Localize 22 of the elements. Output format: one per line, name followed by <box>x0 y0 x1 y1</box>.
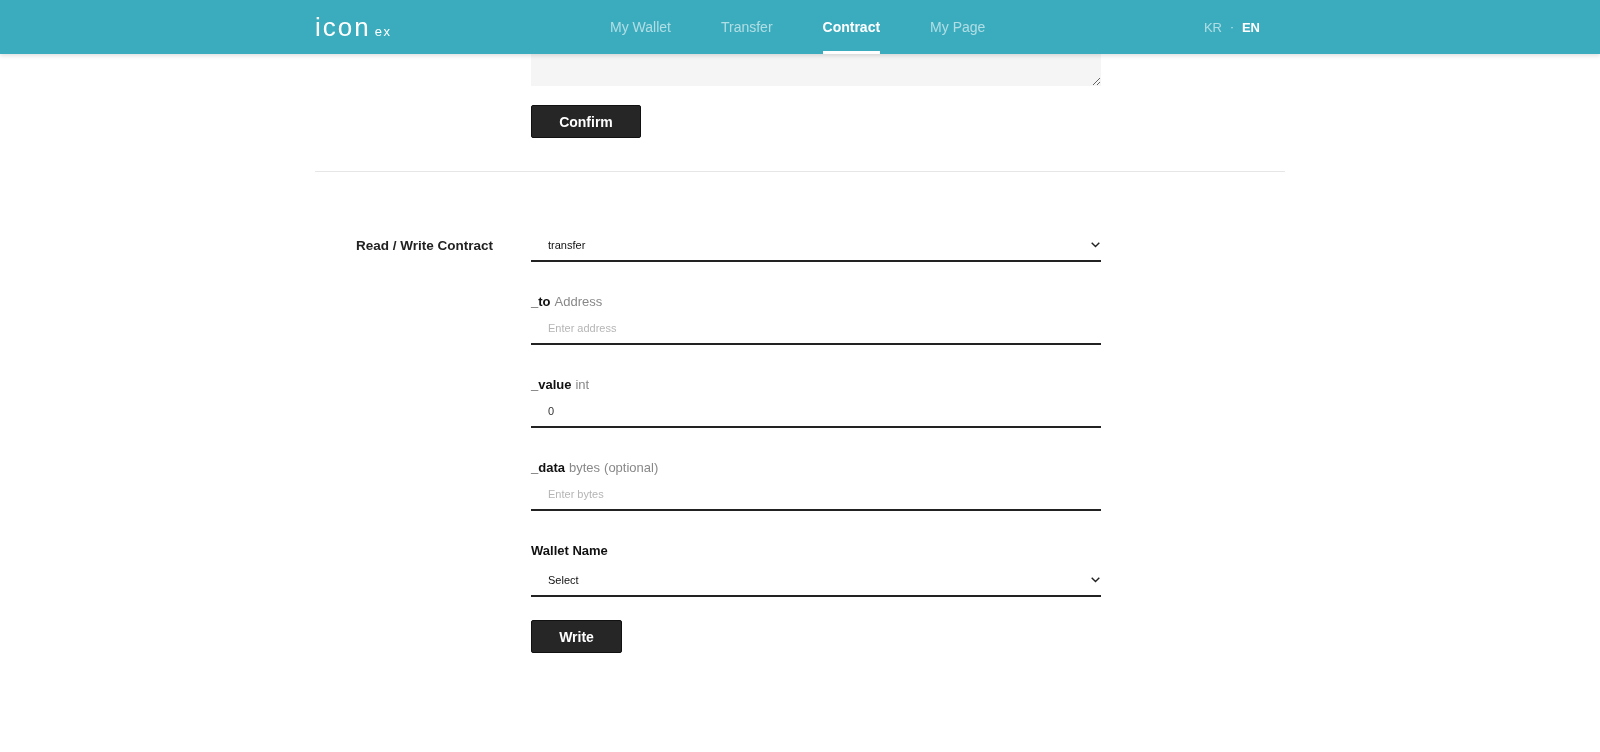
brand-logo[interactable]: icon ex <box>315 11 392 43</box>
wallet-dropdown[interactable]: Select <box>531 561 1101 597</box>
param-label: _to Address <box>531 293 603 311</box>
chevron-down-icon <box>1091 241 1100 248</box>
language-link[interactable]: EN <box>1241 19 1260 35</box>
language-separator: · <box>1229 20 1234 34</box>
write-button[interactable]: Write <box>531 620 622 653</box>
method-dropdown[interactable]: transfer <box>531 229 1101 262</box>
wallet-label: Wallet Name <box>531 542 608 560</box>
param-input-field[interactable]: Enter bytes <box>531 478 1101 511</box>
param-label: _value int <box>531 376 590 394</box>
nav-tab[interactable]: My Wallet <box>610 0 671 54</box>
confirm-button[interactable]: Confirm <box>531 105 641 138</box>
nav-tab[interactable]: My Page <box>930 0 986 54</box>
param-label: _data bytes (optional) <box>531 459 659 477</box>
language-link[interactable]: KR <box>1203 19 1222 35</box>
section-label: Read / Write Contract <box>355 237 494 255</box>
param-input-field[interactable]: 0 <box>531 395 1101 428</box>
nav-tab[interactable]: Transfer <box>720 0 773 54</box>
chevron-down-icon <box>1091 576 1100 583</box>
contract-code-field[interactable] <box>531 54 1101 86</box>
param-input-field[interactable]: Enter address <box>531 312 1101 345</box>
